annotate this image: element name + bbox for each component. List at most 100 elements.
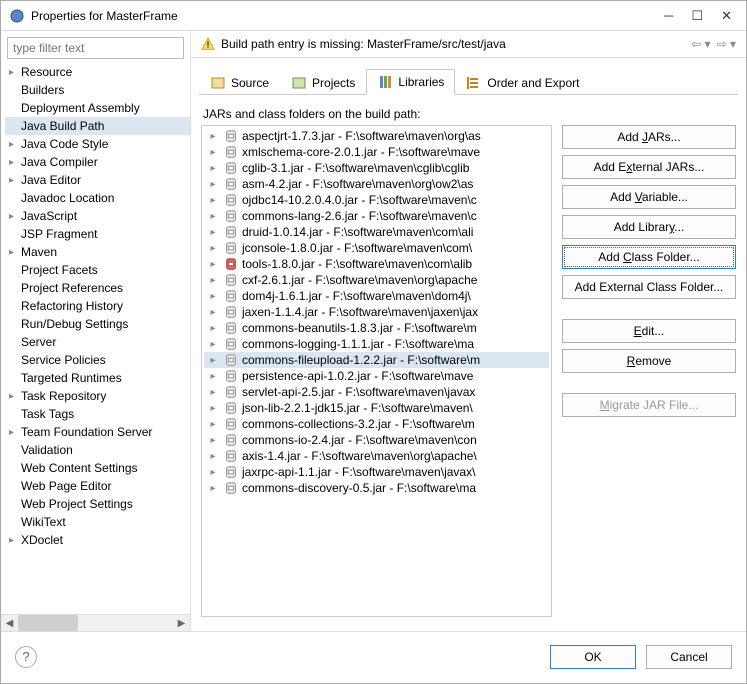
jar-label: aspectjrt-1.7.3.jar - F:\software\maven\…: [242, 129, 481, 143]
tree-item[interactable]: Service Policies: [5, 351, 190, 369]
banner-back-icon[interactable]: ⇦ ▾: [691, 37, 710, 51]
jar-label: cglib-3.1.jar - F:\software\maven\cglib\…: [242, 161, 469, 175]
chevron-right-icon: ▸: [206, 371, 220, 382]
main-area: ▸ResourceBuildersDeployment AssemblyJava…: [1, 31, 746, 631]
jar-icon: [224, 289, 238, 303]
tree-item[interactable]: ▸XDoclet: [5, 531, 190, 549]
tree-item[interactable]: Project Facets: [5, 261, 190, 279]
add-external-class-folder-button[interactable]: Add External Class Folder...: [562, 275, 736, 299]
tree-item[interactable]: Java Build Path: [5, 117, 190, 135]
jar-item[interactable]: ▸persistence-api-1.0.2.jar - F:\software…: [204, 368, 549, 384]
jar-item[interactable]: ▸aspectjrt-1.7.3.jar - F:\software\maven…: [204, 128, 549, 144]
tree-item[interactable]: ▸Maven: [5, 243, 190, 261]
tree-item[interactable]: JSP Fragment: [5, 225, 190, 243]
banner-forward-icon[interactable]: ⇨ ▾: [717, 37, 736, 51]
add-class-folder-button[interactable]: Add Class Folder...: [562, 245, 736, 269]
tree-item[interactable]: ▸Java Code Style: [5, 135, 190, 153]
tree-item[interactable]: Targeted Runtimes: [5, 369, 190, 387]
tree-item[interactable]: Task Tags: [5, 405, 190, 423]
jar-icon: [224, 145, 238, 159]
ok-button[interactable]: OK: [550, 645, 636, 669]
jar-tree[interactable]: ▸ aspectjrt-1.7.3.jar - F:\software\maven…: [201, 125, 552, 617]
tree-item[interactable]: Deployment Assembly: [5, 99, 190, 117]
jar-item[interactable]: ▸commons-lang-2.6.jar - F:\software\mave…: [204, 208, 549, 224]
jar-item[interactable]: ▸commons-fileupload-1.2.2.jar - F:\softw…: [204, 352, 549, 368]
jar-item[interactable]: ▸axis-1.4.jar - F:\software\maven\org\ap…: [204, 448, 549, 464]
jar-item[interactable]: ▸tools-1.8.0.jar - F:\software\maven\com…: [204, 256, 549, 272]
tree-item[interactable]: ▸JavaScript: [5, 207, 190, 225]
add-variable-button[interactable]: Add Variable...: [562, 185, 736, 209]
migrate-jar-button: Migrate JAR File...: [562, 393, 736, 417]
jar-item[interactable]: ▸xmlschema-core-2.0.1.jar - F:\software\…: [204, 144, 549, 160]
tree-item[interactable]: Web Project Settings: [5, 495, 190, 513]
tree-item[interactable]: ▸Java Editor: [5, 171, 190, 189]
jar-item[interactable]: ▸ojdbc14-10.2.0.4.0.jar - F:\software\ma…: [204, 192, 549, 208]
jar-icon: [224, 337, 238, 351]
tree-item[interactable]: ▸Java Compiler: [5, 153, 190, 171]
chevron-right-icon: ▸: [206, 147, 220, 158]
category-tree[interactable]: ▸ResourceBuildersDeployment AssemblyJava…: [1, 63, 190, 614]
scroll-right-icon[interactable]: ▶: [173, 618, 190, 629]
tab-projects[interactable]: Projects: [280, 69, 366, 95]
minimize-button[interactable]: ─: [664, 8, 673, 24]
chevron-right-icon: ▸: [206, 339, 220, 350]
tree-item[interactable]: ▸Team Foundation Server: [5, 423, 190, 441]
jar-item[interactable]: ▸jaxen-1.1.4.jar - F:\software\maven\jax…: [204, 304, 549, 320]
tab-libraries[interactable]: Libraries: [366, 69, 455, 95]
tree-item[interactable]: Validation: [5, 441, 190, 459]
tree-item-label: Java Compiler: [21, 155, 98, 169]
h-scrollbar[interactable]: ◀ ▶: [1, 614, 190, 631]
jar-icon: [224, 161, 238, 175]
tree-item-label: JSP Fragment: [21, 227, 97, 241]
tree-item[interactable]: WikiText: [5, 513, 190, 531]
jar-item[interactable]: ▸commons-io-2.4.jar - F:\software\maven\…: [204, 432, 549, 448]
jar-item[interactable]: ▸dom4j-1.6.1.jar - F:\software\maven\dom…: [204, 288, 549, 304]
jar-item[interactable]: ▸commons-discovery-0.5.jar - F:\software…: [204, 480, 549, 496]
tree-item-label: Task Repository: [21, 389, 106, 403]
jar-icon: [224, 385, 238, 399]
maximize-button[interactable]: ☐: [691, 8, 703, 24]
jar-icon: [224, 353, 238, 367]
tree-item[interactable]: Project References: [5, 279, 190, 297]
jar-item[interactable]: ▸servlet-api-2.5.jar - F:\software\maven…: [204, 384, 549, 400]
jar-icon: [224, 193, 238, 207]
jar-item[interactable]: ▸json-lib-2.2.1-jdk15.jar - F:\software\…: [204, 400, 549, 416]
jar-label: cxf-2.6.1.jar - F:\software\maven\org\ap…: [242, 273, 477, 287]
tree-item[interactable]: Javadoc Location: [5, 189, 190, 207]
jar-icon: [224, 433, 238, 447]
jar-item[interactable]: ▸cglib-3.1.jar - F:\software\maven\cglib…: [204, 160, 549, 176]
tab-order-export[interactable]: Order and Export: [455, 69, 590, 95]
jar-item[interactable]: ▸jaxrpc-api-1.1.jar - F:\software\maven\…: [204, 464, 549, 480]
tree-item[interactable]: Server: [5, 333, 190, 351]
filter-input[interactable]: [7, 37, 184, 59]
edit-button[interactable]: Edit...: [562, 319, 736, 343]
jar-item[interactable]: ▸jconsole-1.8.0.jar - F:\software\maven\…: [204, 240, 549, 256]
jar-item[interactable]: ▸commons-collections-3.2.jar - F:\softwa…: [204, 416, 549, 432]
tree-item[interactable]: Web Content Settings: [5, 459, 190, 477]
jar-item[interactable]: ▸druid-1.0.14.jar - F:\software\maven\co…: [204, 224, 549, 240]
tab-source[interactable]: Source: [199, 69, 280, 95]
footer: ? OK Cancel: [1, 631, 746, 681]
cancel-button[interactable]: Cancel: [646, 645, 732, 669]
tree-item[interactable]: Builders: [5, 81, 190, 99]
help-icon[interactable]: ?: [15, 646, 37, 668]
jar-label: tools-1.8.0.jar - F:\software\maven\com\…: [242, 257, 472, 271]
chevron-right-icon: ▸: [9, 139, 21, 150]
jar-icon: [224, 369, 238, 383]
add-external-jars-button[interactable]: Add External JARs...: [562, 155, 736, 179]
tree-item[interactable]: Run/Debug Settings: [5, 315, 190, 333]
tree-item[interactable]: ▸Resource: [5, 63, 190, 81]
close-button[interactable]: ✕: [721, 8, 732, 24]
jar-item[interactable]: ▸commons-beanutils-1.8.3.jar - F:\softwa…: [204, 320, 549, 336]
jar-item[interactable]: ▸asm-4.2.jar - F:\software\maven\org\ow2…: [204, 176, 549, 192]
jar-item[interactable]: ▸cxf-2.6.1.jar - F:\software\maven\org\a…: [204, 272, 549, 288]
remove-button[interactable]: Remove: [562, 349, 736, 373]
jar-item[interactable]: ▸commons-logging-1.1.1.jar - F:\software…: [204, 336, 549, 352]
tree-item[interactable]: ▸Task Repository: [5, 387, 190, 405]
add-library-button[interactable]: Add Library...: [562, 215, 736, 239]
scroll-left-icon[interactable]: ◀: [1, 618, 18, 629]
tree-item-label: Web Page Editor: [21, 479, 112, 493]
add-jars-button[interactable]: Add JARs...: [562, 125, 736, 149]
tree-item[interactable]: Web Page Editor: [5, 477, 190, 495]
tree-item[interactable]: Refactoring History: [5, 297, 190, 315]
